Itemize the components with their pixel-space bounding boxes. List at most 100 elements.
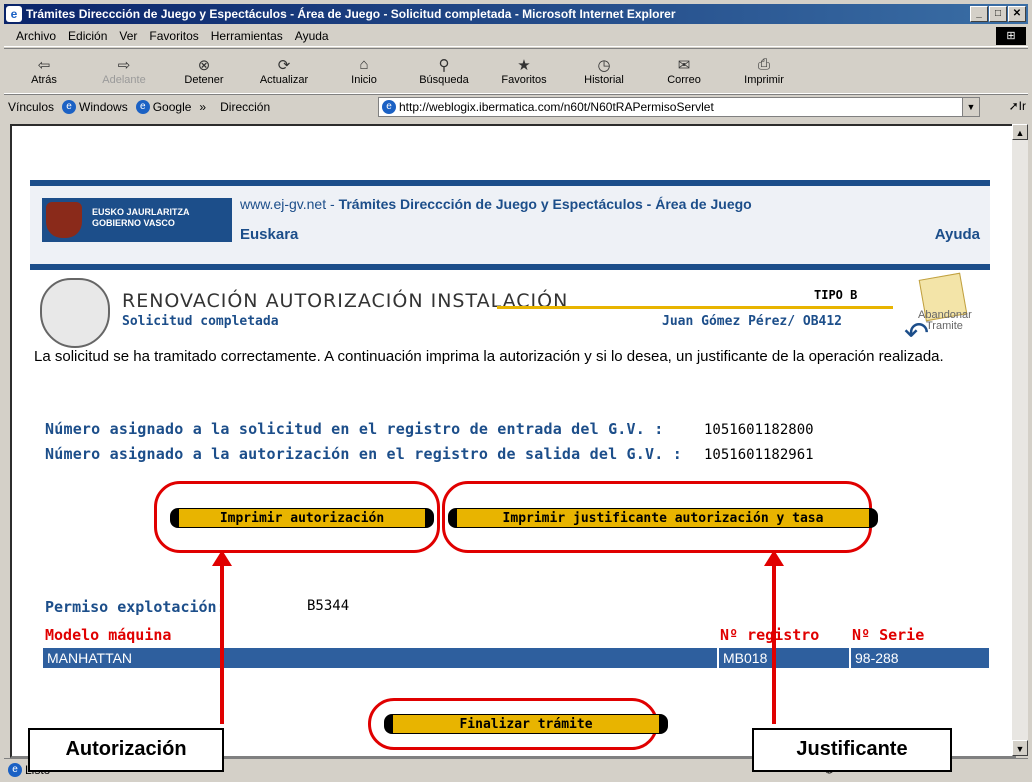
language-link[interactable]: Euskara (240, 226, 298, 243)
search-icon: ⚲ (438, 57, 450, 74)
scroll-down-icon[interactable]: ▼ (1012, 740, 1028, 756)
title-underline (497, 306, 893, 309)
site-url[interactable]: www.ej-gv.net (240, 196, 326, 212)
refresh-label: Actualizar (259, 74, 309, 86)
browser-window: e Trámites Direccción de Juego y Espectá… (0, 0, 1032, 782)
strawberry-icon (40, 278, 110, 348)
help-link[interactable]: Ayuda (935, 226, 980, 243)
refresh-button[interactable]: ⟳ Actualizar (244, 49, 324, 93)
address-url: http://weblogix.ibermatica.com/n60t/N60t… (399, 100, 714, 114)
home-button[interactable]: ⌂ Inicio (324, 49, 404, 93)
cell-divider (717, 648, 719, 668)
menu-ayuda[interactable]: Ayuda (295, 29, 329, 43)
section-title: Trámites Direccción de Juego y Espectácu… (338, 196, 752, 212)
vertical-scrollbar[interactable]: ▲ ▼ (1012, 124, 1028, 756)
history-button[interactable]: ◷ Historial (564, 49, 644, 93)
favorites-label: Favoritos (501, 74, 547, 86)
page-viewport: EUSKO JAURLARITZA GOBIERNO VASCO www.ej-g… (10, 124, 1016, 758)
favorites-button[interactable]: ★ Favoritos (484, 49, 564, 93)
ie-page-icon: e (8, 763, 22, 777)
back-button[interactable]: ⇦ Atrás (4, 49, 84, 93)
user-name: Juan Gómez Pérez/ OB412 (662, 314, 843, 329)
cell-serie: 98-288 (855, 650, 899, 666)
history-icon: ◷ (597, 57, 611, 74)
abandon-label-2: Tramite (926, 320, 963, 332)
type-label: TIPO B (814, 288, 858, 302)
address-label: Dirección (220, 100, 271, 114)
maximize-button[interactable]: □ (989, 6, 1007, 22)
history-label: Historial (584, 74, 624, 86)
logo-line2: GOBIERNO VASCO (92, 218, 175, 228)
ie-page-icon: e (62, 100, 77, 114)
go-label: Ir (1018, 99, 1026, 113)
exit-register-value: 1051601182961 (704, 447, 814, 463)
forward-label: Adelante (102, 74, 146, 86)
finish-button[interactable]: Finalizar trámite (384, 714, 668, 734)
link-google-label: Google (152, 100, 192, 114)
pill-cap-left (384, 714, 392, 734)
links-more[interactable]: » (199, 100, 206, 114)
home-label: Inicio (351, 74, 377, 86)
callout-autorizacion: Autorización (28, 728, 224, 772)
forward-button[interactable]: ⇨ Adelante (84, 49, 164, 93)
standard-toolbar: ⇦ Atrás ⇨ Adelante ⊗ Detener ⟳ Actualizar ⌂ I… (4, 48, 1028, 94)
print-receipt-label: Imprimir justificante autorización y tas… (456, 508, 870, 528)
scroll-up-icon[interactable]: ▲ (1012, 124, 1028, 140)
link-windows[interactable]: e Windows (62, 100, 128, 114)
close-button[interactable]: ✕ (1008, 6, 1026, 22)
cell-model: MANHATTAN (47, 650, 133, 666)
permit-value: B5344 (307, 598, 350, 614)
menu-ver[interactable]: Ver (119, 29, 137, 43)
print-authorization-label: Imprimir autorización (178, 508, 426, 528)
search-button[interactable]: ⚲ Búsqueda (404, 49, 484, 93)
forward-arrow-icon: ⇨ (117, 57, 131, 74)
menu-favoritos[interactable]: Favoritos (149, 29, 198, 43)
col-serie-header: Nº Serie (852, 626, 925, 644)
finish-label: Finalizar trámite (392, 714, 660, 734)
print-label: Imprimir (744, 74, 784, 86)
ie-icon: e (6, 6, 22, 22)
back-arrow-icon: ⇦ (37, 57, 51, 74)
form-subtitle: Solicitud completada (122, 314, 279, 329)
mail-label: Correo (667, 74, 701, 86)
menu-archivo[interactable]: Archivo (16, 29, 56, 43)
pill-cap-left (448, 508, 456, 528)
print-receipt-button[interactable]: Imprimir justificante autorización y tas… (448, 508, 878, 528)
link-google[interactable]: e Google (135, 100, 192, 114)
go-button[interactable]: ➚Ir (1009, 99, 1026, 113)
mail-button[interactable]: ✉ Correo (644, 49, 724, 93)
stop-button[interactable]: ⊗ Detener (164, 49, 244, 93)
abandon-button[interactable]: ↶ Abandonar Tramite (902, 272, 982, 350)
arrow-to-justificante (764, 550, 784, 724)
coat-of-arms-icon (46, 202, 82, 238)
link-windows-label: Windows (79, 100, 128, 114)
stop-icon: ⊗ (197, 57, 211, 74)
print-button[interactable]: ⎙ Imprimir (724, 49, 804, 93)
links-address-bar: Vínculos e Windows e Google » Dirección e … (4, 94, 1028, 119)
address-field[interactable]: e http://weblogix.ibermatica.com/n60t/N6… (378, 97, 980, 117)
ie-page-icon: e (135, 100, 150, 114)
entry-register-label: Número asignado a la solicitud en el reg… (45, 420, 664, 438)
menu-herramientas[interactable]: Herramientas (211, 29, 283, 43)
favorites-icon: ★ (517, 57, 531, 74)
windows-logo-icon: ⊞ (996, 27, 1026, 45)
header-title: www.ej-gv.net - Trámites Direccción de J… (240, 196, 752, 212)
gobierno-vasco-logo: EUSKO JAURLARITZA GOBIERNO VASCO (42, 198, 232, 242)
menu-bar: Archivo Edición Ver Favoritos Herramient… (4, 26, 1028, 47)
back-label: Atrás (31, 74, 57, 86)
pill-cap-right (870, 508, 878, 528)
title-bar: e Trámites Direccción de Juego y Espectá… (4, 4, 1028, 24)
arrow-to-autorizacion (212, 550, 232, 724)
table-row[interactable]: MANHATTAN MB018 98-288 (43, 648, 989, 668)
refresh-icon: ⟳ (277, 57, 291, 74)
minimize-button[interactable]: _ (970, 6, 988, 22)
exit-register-label: Número asignado a la autorización en el … (45, 445, 682, 463)
stop-label: Detener (184, 74, 224, 86)
pill-cap-right (426, 508, 434, 528)
address-dropdown-icon[interactable]: ▼ (962, 98, 979, 116)
print-authorization-button[interactable]: Imprimir autorización (170, 508, 434, 528)
mail-icon: ✉ (677, 57, 691, 74)
search-label: Búsqueda (419, 74, 469, 86)
menu-edicion[interactable]: Edición (68, 29, 107, 43)
window-title: Trámites Direccción de Juego y Espectácu… (26, 7, 676, 21)
